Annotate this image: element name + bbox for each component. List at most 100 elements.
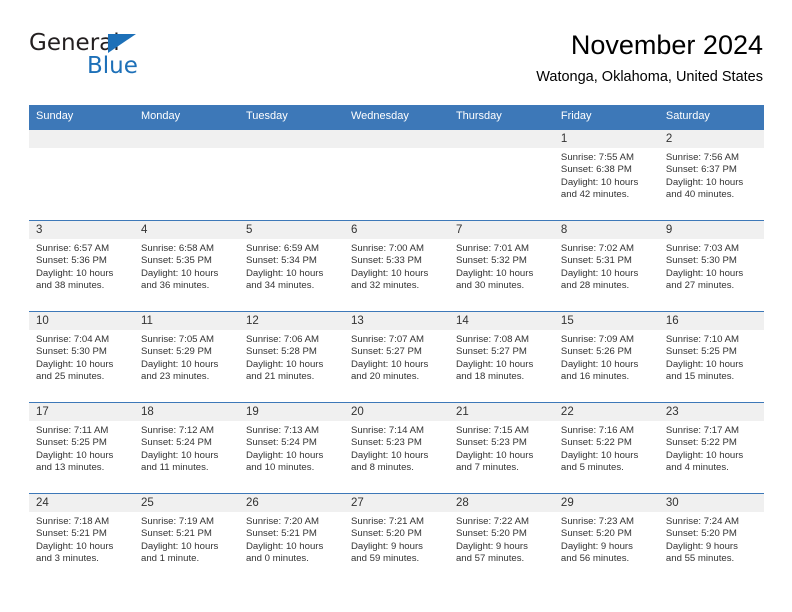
daylight-duration-line2: and 20 minutes. (350, 371, 420, 383)
calendar-cell-inner: 14 Sunrise: 7:08 AM Sunset: 5:27 PM Dayligh… (448, 312, 554, 402)
day-number: 4 (133, 221, 239, 239)
calendar-day-cell[interactable]: 16 Sunrise: 7:10 AM Sunset: 5:25 PM Dayligh… (658, 311, 764, 403)
calendar-cell-inner: 9 Sunrise: 7:03 AM Sunset: 5:30 PM Daylight… (658, 221, 764, 311)
sunset-time: Sunset: 5:23 PM (455, 437, 527, 449)
calendar-day-cell[interactable]: 22 Sunrise: 7:16 AM Sunset: 5:22 PM Dayligh… (553, 402, 659, 494)
calendar-cell-inner: 2 Sunrise: 7:56 AM Sunset: 6:37 PM Daylight… (658, 130, 764, 220)
calendar-cell-inner: 4 Sunrise: 6:58 AM Sunset: 5:35 PM Daylight… (133, 221, 239, 311)
daylight-duration-line1: Daylight: 10 hours (665, 176, 744, 188)
daylight-duration-line1: Daylight: 10 hours (560, 267, 639, 279)
sunset-time: Sunset: 5:36 PM (36, 255, 107, 267)
calendar-day-cell[interactable]: 26 Sunrise: 7:20 AM Sunset: 5:21 PM Dayligh… (238, 493, 344, 584)
daylight-duration-line2: and 15 minutes. (665, 371, 735, 383)
day-number: 9 (658, 221, 764, 239)
calendar-cell-inner: 12 Sunrise: 7:06 AM Sunset: 5:28 PM Dayligh… (238, 312, 344, 402)
daylight-duration-line2: and 30 minutes. (455, 280, 525, 292)
calendar-cell-inner: 23 Sunrise: 7:17 AM Sunset: 5:22 PM Dayligh… (658, 403, 764, 493)
daylight-duration-line2: and 57 minutes. (455, 553, 525, 565)
sunrise-time: Sunrise: 7:17 AM (665, 425, 739, 436)
sunset-time: Sunset: 5:21 PM (140, 528, 212, 540)
sunset-time: Sunset: 5:22 PM (560, 437, 632, 449)
calendar-cell-inner: 27 Sunrise: 7:21 AM Sunset: 5:20 PM Dayligh… (343, 494, 449, 584)
daylight-duration-line1: Daylight: 10 hours (560, 358, 639, 370)
general-blue-logo[interactable]: General Blue (29, 30, 209, 86)
calendar-day-cell[interactable]: 7 Sunrise: 7:01 AM Sunset: 5:32 PM Daylight… (448, 220, 554, 312)
calendar-day-cell[interactable]: 17 Sunrise: 7:11 AM Sunset: 5:25 PM Dayligh… (29, 402, 134, 494)
day-number: 22 (553, 403, 659, 421)
day-number: 3 (29, 221, 134, 239)
daylight-duration-line1: Daylight: 10 hours (455, 267, 534, 279)
day-details: Sunrise: 7:19 AM Sunset: 5:21 PM Daylight:… (134, 512, 239, 566)
sunrise-time: Sunrise: 7:07 AM (350, 334, 425, 345)
day-details: Sunrise: 7:09 AM Sunset: 5:26 PM Daylight:… (554, 330, 659, 384)
weekday-header-thursday: Thursday (448, 105, 554, 130)
calendar-day-cell[interactable]: 24 Sunrise: 7:18 AM Sunset: 5:21 PM Dayligh… (29, 493, 134, 584)
calendar-cell-inner: 30 Sunrise: 7:24 AM Sunset: 5:20 PM Dayligh… (658, 494, 764, 584)
sunrise-time: Sunrise: 7:11 AM (36, 425, 109, 436)
sunrise-time: Sunrise: 7:12 AM (140, 425, 215, 436)
calendar-day-cell[interactable]: 2 Sunrise: 7:56 AM Sunset: 6:37 PM Daylight… (658, 129, 764, 221)
day-details: Sunrise: 6:59 AM Sunset: 5:34 PM Daylight:… (239, 239, 344, 293)
calendar-day-cell[interactable]: 10 Sunrise: 7:04 AM Sunset: 5:30 PM Dayligh… (29, 311, 134, 403)
day-number: 12 (238, 312, 344, 330)
calendar-day-cell[interactable]: 13 Sunrise: 7:07 AM Sunset: 5:27 PM Dayligh… (343, 311, 449, 403)
day-details: Sunrise: 7:00 AM Sunset: 5:33 PM Daylight:… (344, 239, 449, 293)
calendar-day-cell[interactable]: 18 Sunrise: 7:12 AM Sunset: 5:24 PM Dayligh… (133, 402, 239, 494)
calendar-day-cell[interactable]: 21 Sunrise: 7:15 AM Sunset: 5:23 PM Dayligh… (448, 402, 554, 494)
calendar-day-cell[interactable]: 3 Sunrise: 6:57 AM Sunset: 5:36 PM Daylight… (29, 220, 134, 312)
sunset-time: Sunset: 5:24 PM (140, 437, 212, 449)
calendar-day-cell[interactable]: 27 Sunrise: 7:21 AM Sunset: 5:20 PM Dayligh… (343, 493, 449, 584)
calendar-cell-inner: 8 Sunrise: 7:02 AM Sunset: 5:31 PM Daylight… (553, 221, 659, 311)
calendar-day-cell[interactable]: 29 Sunrise: 7:23 AM Sunset: 5:20 PM Dayligh… (553, 493, 659, 584)
daylight-duration-line2: and 27 minutes. (665, 280, 735, 292)
calendar-week-row: 1 Sunrise: 7:55 AM Sunset: 6:38 PM Daylight… (29, 129, 764, 221)
calendar-grid: Sunday Monday Tuesday Wednesday Thursday… (29, 105, 764, 584)
daylight-duration-line1: Daylight: 10 hours (36, 449, 114, 461)
sunrise-time: Sunrise: 7:20 AM (245, 516, 320, 527)
calendar-day-cell[interactable]: 25 Sunrise: 7:19 AM Sunset: 5:21 PM Dayligh… (133, 493, 239, 584)
calendar-day-cell[interactable]: 23 Sunrise: 7:17 AM Sunset: 5:22 PM Dayligh… (658, 402, 764, 494)
day-details: Sunrise: 7:22 AM Sunset: 5:20 PM Daylight:… (449, 512, 554, 566)
calendar-day-cell[interactable]: 19 Sunrise: 7:13 AM Sunset: 5:24 PM Dayligh… (238, 402, 344, 494)
sunset-time: Sunset: 5:24 PM (245, 437, 317, 449)
calendar-day-cell[interactable]: 30 Sunrise: 7:24 AM Sunset: 5:20 PM Dayligh… (658, 493, 764, 584)
daylight-duration-line1: Daylight: 10 hours (36, 267, 114, 279)
sunset-time: Sunset: 5:23 PM (350, 437, 422, 449)
day-details: Sunrise: 7:02 AM Sunset: 5:31 PM Daylight:… (554, 239, 659, 293)
page-header: General Blue November 2024 Watonga, Okla… (29, 28, 763, 96)
sunset-time: Sunset: 5:28 PM (245, 346, 317, 358)
day-number: 7 (448, 221, 554, 239)
calendar-cell-inner: 20 Sunrise: 7:14 AM Sunset: 5:23 PM Dayligh… (343, 403, 449, 493)
calendar-day-cell[interactable]: 4 Sunrise: 6:58 AM Sunset: 5:35 PM Daylight… (133, 220, 239, 312)
calendar-day-cell[interactable]: 28 Sunrise: 7:22 AM Sunset: 5:20 PM Dayligh… (448, 493, 554, 584)
day-number: 25 (133, 494, 239, 512)
calendar-cell-inner: 15 Sunrise: 7:09 AM Sunset: 5:26 PM Dayligh… (553, 312, 659, 402)
daylight-duration-line2: and 5 minutes. (560, 462, 624, 474)
day-number: 8 (553, 221, 659, 239)
calendar-day-cell[interactable]: 9 Sunrise: 7:03 AM Sunset: 5:30 PM Daylight… (658, 220, 764, 312)
calendar-day-cell[interactable]: 15 Sunrise: 7:09 AM Sunset: 5:26 PM Dayligh… (553, 311, 659, 403)
day-number: 19 (238, 403, 344, 421)
calendar-cell-inner: 6 Sunrise: 7:00 AM Sunset: 5:33 PM Daylight… (343, 221, 449, 311)
calendar-day-cell[interactable]: 12 Sunrise: 7:06 AM Sunset: 5:28 PM Dayligh… (238, 311, 344, 403)
calendar-day-cell[interactable]: 20 Sunrise: 7:14 AM Sunset: 5:23 PM Dayligh… (343, 402, 449, 494)
calendar-day-cell[interactable]: 8 Sunrise: 7:02 AM Sunset: 5:31 PM Daylight… (553, 220, 659, 312)
sunset-time: Sunset: 5:27 PM (455, 346, 527, 358)
calendar-day-cell[interactable]: 5 Sunrise: 6:59 AM Sunset: 5:34 PM Daylight… (238, 220, 344, 312)
calendar-day-cell[interactable]: 1 Sunrise: 7:55 AM Sunset: 6:38 PM Daylight… (553, 129, 659, 221)
daylight-duration-line2: and 40 minutes. (665, 189, 735, 201)
sunrise-time: Sunrise: 7:24 AM (665, 516, 739, 527)
daylight-duration-line1: Daylight: 10 hours (140, 449, 219, 461)
calendar-day-cell[interactable]: 11 Sunrise: 7:05 AM Sunset: 5:29 PM Dayligh… (133, 311, 239, 403)
daylight-duration-line1: Daylight: 9 hours (350, 540, 423, 552)
day-number: 14 (448, 312, 554, 330)
sunrise-time: Sunrise: 7:02 AM (560, 243, 634, 254)
calendar-cell-inner: 22 Sunrise: 7:16 AM Sunset: 5:22 PM Dayligh… (553, 403, 659, 493)
calendar-day-cell[interactable]: 14 Sunrise: 7:08 AM Sunset: 5:27 PM Dayligh… (448, 311, 554, 403)
daylight-duration-line2: and 10 minutes. (245, 462, 315, 474)
calendar-day-cell[interactable]: 6 Sunrise: 7:00 AM Sunset: 5:33 PM Daylight… (343, 220, 449, 312)
daylight-duration-line1: Daylight: 10 hours (455, 358, 534, 370)
weekday-header-sunday: Sunday (29, 105, 134, 130)
day-details: Sunrise: 7:08 AM Sunset: 5:27 PM Daylight:… (449, 330, 554, 384)
daylight-duration-line2: and 23 minutes. (140, 371, 210, 383)
